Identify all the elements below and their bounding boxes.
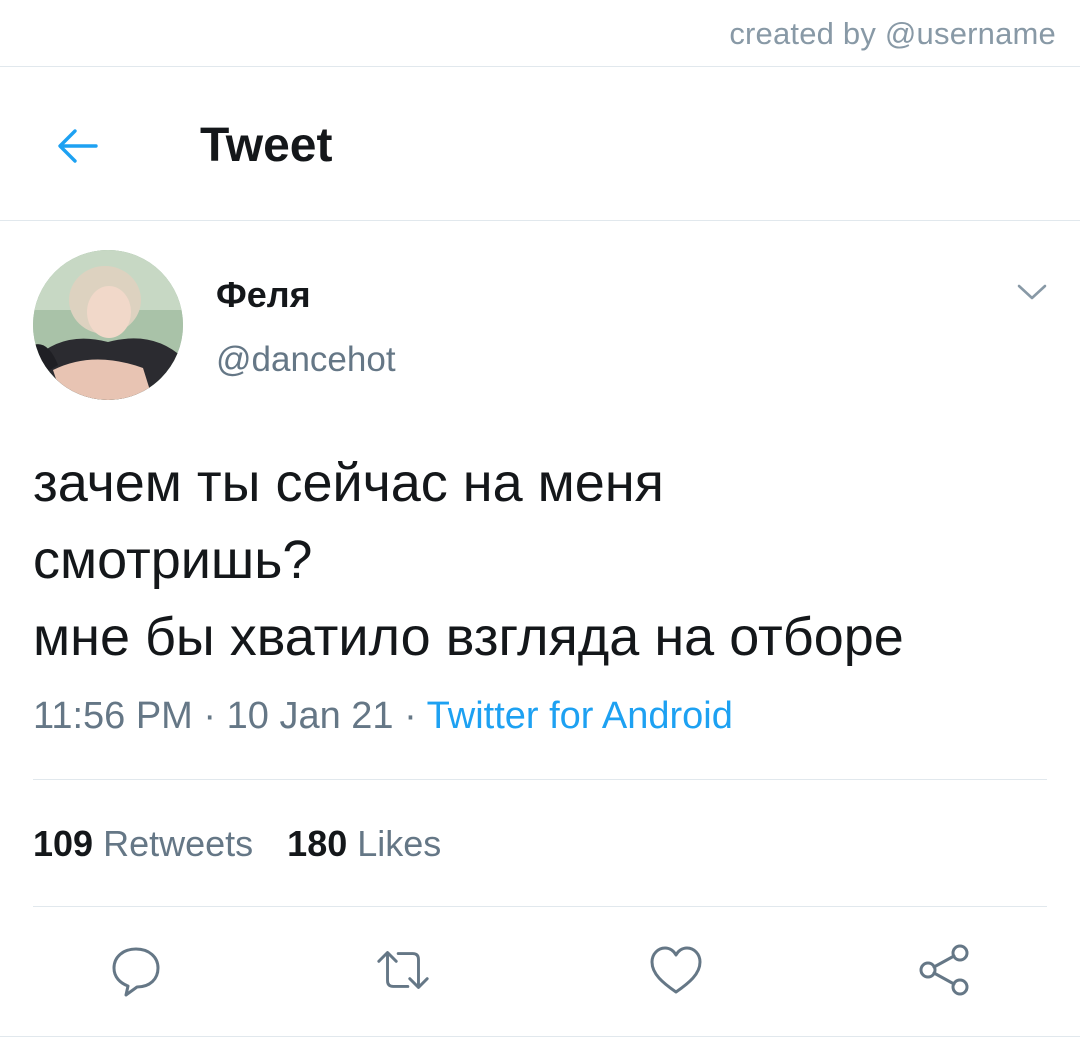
likes-count: 180: [287, 823, 348, 864]
watermark-credit: created by @username: [729, 16, 1056, 51]
tweet-text: зачем ты сейчас на меня смотришь? мне бы…: [33, 445, 1053, 676]
share-icon: [919, 944, 969, 996]
retweets-stat[interactable]: 109 Retweets: [33, 823, 253, 864]
retweets-label: Retweets: [103, 823, 254, 864]
header-divider: [0, 220, 1080, 221]
tweet-source-link[interactable]: Twitter for Android: [427, 695, 733, 737]
arrow-left-icon: [58, 129, 98, 163]
stats-divider: [33, 906, 1047, 907]
back-button[interactable]: [50, 118, 106, 174]
author-display-name[interactable]: Феля: [216, 274, 311, 316]
more-options-button[interactable]: [1010, 270, 1054, 314]
top-divider: [0, 66, 1080, 67]
tweet-time: 11:56 PM: [33, 695, 193, 737]
page-title: Tweet: [200, 119, 333, 172]
retweet-button[interactable]: [373, 940, 433, 1000]
retweets-count: 109: [33, 823, 94, 864]
chevron-down-icon: [1017, 284, 1047, 300]
tweet-text-line: зачем ты сейчас на меня: [33, 453, 664, 513]
reply-button[interactable]: [106, 940, 166, 1000]
meta-separator: ·: [192, 695, 227, 737]
author-handle[interactable]: @dancehot: [216, 340, 396, 380]
share-button[interactable]: [914, 940, 974, 1000]
tweet-stats: 109 Retweets 180 Likes: [33, 823, 441, 865]
avatar-image: [33, 250, 183, 400]
avatar[interactable]: [33, 250, 183, 400]
tweet-date: 10 Jan 21: [226, 695, 394, 737]
meta-divider: [33, 779, 1047, 780]
meta-separator: ·: [393, 695, 427, 737]
bottom-divider: [0, 1036, 1080, 1037]
likes-label: Likes: [357, 823, 442, 864]
tweet-text-line: мне бы хватило взгляда на отборе: [33, 607, 904, 667]
likes-stat[interactable]: 180 Likes: [287, 823, 441, 864]
retweet-icon: [377, 951, 429, 989]
like-icon: [650, 946, 702, 994]
tweet-meta: 11:56 PM · 10 Jan 21 · Twitter for Andro…: [33, 695, 733, 738]
tweet-text-line: смотришь?: [33, 530, 313, 590]
reply-icon: [112, 947, 160, 997]
tweet-page: created by @username Tweet Феля @danceho…: [0, 0, 1080, 1054]
like-button[interactable]: [646, 940, 706, 1000]
